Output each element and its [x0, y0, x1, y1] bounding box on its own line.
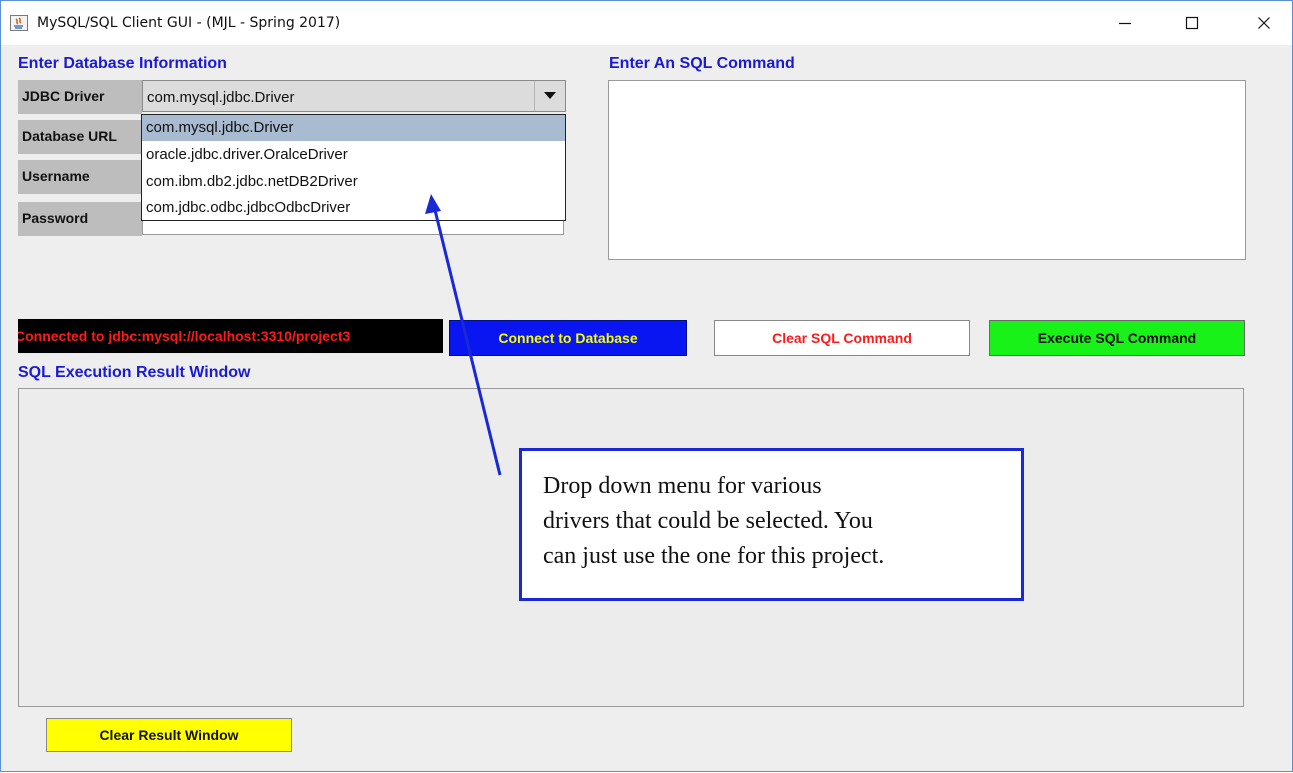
minimize-button[interactable] — [1102, 1, 1148, 45]
execute-sql-button[interactable]: Execute SQL Command — [989, 320, 1245, 356]
maximize-icon — [1185, 16, 1199, 30]
driver-option-mysql[interactable]: com.mysql.jdbc.Driver — [142, 115, 565, 141]
dropdown-arrow-icon[interactable] — [534, 81, 565, 111]
callout-text: Drop down menu for various drivers that … — [543, 469, 1013, 574]
close-icon — [1258, 17, 1270, 29]
clear-result-button[interactable]: Clear Result Window — [46, 718, 292, 752]
java-app-icon — [10, 15, 28, 31]
jdbc-driver-label: JDBC Driver — [18, 80, 142, 114]
maximize-button[interactable] — [1169, 1, 1215, 45]
username-label: Username — [18, 160, 142, 194]
password-label: Password — [18, 202, 142, 236]
db-section-heading: Enter Database Information — [18, 55, 227, 72]
jdbc-driver-select[interactable]: com.mysql.jdbc.Driver — [142, 80, 566, 112]
callout-line: Drop down menu for various — [543, 473, 822, 499]
clear-sql-button[interactable]: Clear SQL Command — [714, 320, 970, 356]
jdbc-driver-dropdown-list: com.mysql.jdbc.Driver oracle.jdbc.driver… — [141, 114, 566, 221]
minimize-icon — [1119, 22, 1131, 25]
annotation-callout: Drop down menu for various drivers that … — [519, 448, 1024, 601]
driver-option-oracle[interactable]: oracle.jdbc.driver.OralceDriver — [142, 142, 565, 168]
callout-line: can just use the one for this project. — [543, 543, 885, 569]
window-title: MySQL/SQL Client GUI - (MJL - Spring 201… — [37, 15, 341, 31]
jdbc-driver-selected-value: com.mysql.jdbc.Driver — [147, 89, 295, 106]
result-section-heading: SQL Execution Result Window — [18, 364, 251, 381]
sql-command-textarea[interactable] — [608, 80, 1246, 260]
callout-line: drivers that could be selected. You — [543, 508, 873, 534]
connection-status: Connected to jdbc:mysql://localhost:3310… — [18, 319, 443, 353]
sql-section-heading: Enter An SQL Command — [609, 55, 795, 72]
database-url-label: Database URL — [18, 120, 142, 154]
driver-option-db2[interactable]: com.ibm.db2.jdbc.netDB2Driver — [142, 169, 565, 195]
app-window: MySQL/SQL Client GUI - (MJL - Spring 201… — [0, 0, 1293, 772]
driver-option-odbc[interactable]: com.jdbc.odbc.jdbcOdbcDriver — [142, 195, 565, 221]
connect-button[interactable]: Connect to Database — [449, 320, 687, 356]
close-button[interactable] — [1241, 1, 1287, 45]
title-bar: MySQL/SQL Client GUI - (MJL - Spring 201… — [1, 1, 1292, 45]
